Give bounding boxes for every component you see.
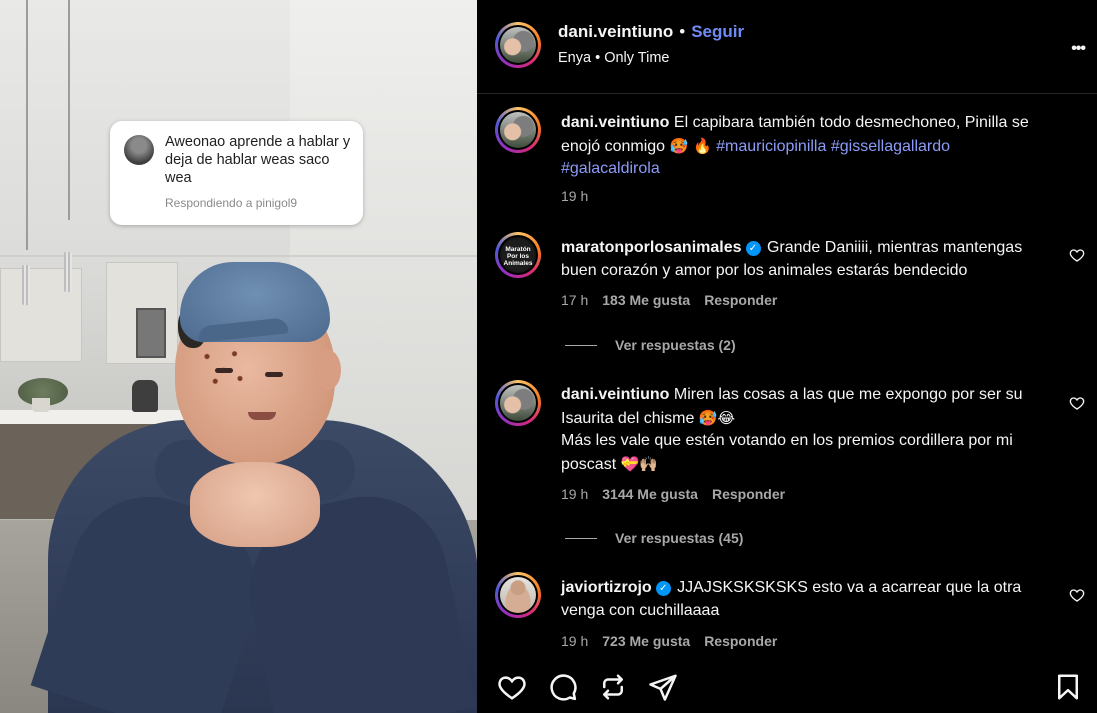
comment-username[interactable]: javiortizrojo — [561, 579, 652, 596]
repost-icon[interactable] — [598, 672, 628, 702]
music-separator: • — [595, 50, 601, 66]
microwave — [136, 308, 166, 358]
music-title: Only Time — [604, 50, 670, 66]
comment-emojis: 💝🙌🏼 — [620, 454, 658, 473]
header-username[interactable]: dani.veintiuno — [558, 22, 673, 41]
caption-avatar[interactable] — [495, 107, 541, 153]
heart-icon[interactable] — [1069, 395, 1085, 411]
share-icon[interactable] — [648, 672, 678, 702]
reply-button[interactable]: Responder — [712, 486, 785, 502]
post-panel: dani.veintiuno • Seguir Enya • Only Time •… — [477, 0, 1097, 713]
replies-line — [565, 344, 597, 346]
comment-avatar[interactable] — [495, 572, 541, 618]
comment-likes[interactable]: 723 Me gusta — [602, 633, 690, 649]
view-replies-label: Ver respuestas (45) — [615, 530, 744, 546]
avatar-image — [500, 27, 536, 63]
follow-button[interactable]: Seguir — [691, 22, 744, 41]
music-info[interactable]: Enya • Only Time — [558, 50, 669, 66]
hashtag-link[interactable]: #gissellagallardo — [831, 138, 950, 155]
hashtag-link[interactable]: #galacaldirola — [561, 160, 660, 177]
person-hands — [190, 462, 320, 547]
pendant-lamp — [64, 252, 72, 292]
person-eye — [215, 368, 233, 373]
comment-icon[interactable] — [548, 672, 578, 702]
comment-meta: 17 h 183 Me gusta Responder — [561, 292, 791, 308]
view-replies-button[interactable]: Ver respuestas (45) — [565, 530, 743, 546]
comment-meta: 19 h 723 Me gusta Responder — [561, 633, 791, 649]
verified-badge-icon: ✓ — [655, 581, 671, 596]
caption-emojis: 🥵 🔥 — [669, 136, 712, 155]
lamp-cord — [26, 0, 28, 250]
kettle — [132, 380, 158, 412]
comment-username[interactable]: maratonporlosanimales — [561, 239, 742, 256]
reply-button[interactable]: Responder — [704, 292, 777, 308]
pendant-lamp — [22, 265, 30, 305]
logo-text: Animales — [503, 260, 533, 267]
caption-time: 19 h — [561, 188, 589, 204]
comment: dani.veintiuno Miren las cosas a las que… — [561, 384, 1051, 476]
comment-time: 19 h — [561, 486, 589, 502]
more-icon[interactable]: ••• — [1071, 40, 1086, 58]
reply-sticker-text: Aweonao aprende a hablar y deja de habla… — [165, 134, 351, 186]
caption-meta: 19 h — [561, 188, 602, 204]
reply-sticker[interactable]: Aweonao aprende a hablar y deja de habla… — [110, 121, 363, 225]
reel-video[interactable]: Aweonao aprende a hablar y deja de habla… — [0, 0, 477, 713]
caption: dani.veintiuno El capibara también todo … — [561, 112, 1051, 181]
avatar-image — [500, 577, 536, 613]
post-header: dani.veintiuno • Seguir — [558, 22, 744, 42]
reply-avatar — [124, 135, 154, 165]
heart-icon[interactable] — [1069, 587, 1085, 603]
caption-username[interactable]: dani.veintiuno — [561, 114, 669, 131]
comment-avatar[interactable] — [495, 380, 541, 426]
view-replies-button[interactable]: Ver respuestas (2) — [565, 337, 736, 353]
header-divider — [477, 93, 1097, 94]
view-replies-label: Ver respuestas (2) — [615, 337, 736, 353]
header-separator: • — [679, 22, 686, 41]
replies-line — [565, 537, 597, 539]
comment-likes[interactable]: 3144 Me gusta — [602, 486, 698, 502]
comment-emojis: 🥵😂 — [698, 408, 736, 427]
comment: maratonporlosanimales ✓ Grande Daniiii, m… — [561, 237, 1051, 282]
hashtag-link[interactable]: #mauriciopinilla — [716, 138, 826, 155]
comment-time: 19 h — [561, 633, 589, 649]
lamp-cord — [68, 0, 70, 220]
bookmark-icon[interactable] — [1053, 672, 1083, 702]
avatar-image — [500, 385, 536, 421]
person-ear — [315, 350, 341, 390]
avatar-image — [500, 112, 536, 148]
comment-meta: 19 h 3144 Me gusta Responder — [561, 486, 799, 502]
reply-button[interactable]: Responder — [704, 633, 777, 649]
like-heart-icon[interactable] — [497, 672, 527, 702]
verified-badge-icon: ✓ — [745, 241, 761, 256]
person-mouth — [248, 412, 276, 420]
plant-pot — [32, 398, 50, 412]
comment-avatar[interactable]: Maratón Por los Animales — [495, 232, 541, 278]
header-avatar[interactable] — [495, 22, 541, 68]
maraton-logo: Maratón Por los Animales — [500, 237, 536, 273]
logo-text: Maratón — [505, 246, 531, 253]
comment: javiortizrojo ✓ JJAJSKSKSKSKS esto va a a… — [561, 577, 1051, 622]
comment-username[interactable]: dani.veintiuno — [561, 386, 669, 403]
music-artist: Enya — [558, 50, 592, 66]
heart-icon[interactable] — [1069, 247, 1085, 263]
comment-time: 17 h — [561, 292, 589, 308]
person-eye — [265, 372, 283, 377]
comment-likes[interactable]: 183 Me gusta — [602, 292, 690, 308]
logo-text: Por los — [506, 253, 530, 260]
reply-sticker-subtitle: Respondiendo a pinigol9 — [165, 196, 298, 210]
action-bar — [477, 668, 1097, 708]
